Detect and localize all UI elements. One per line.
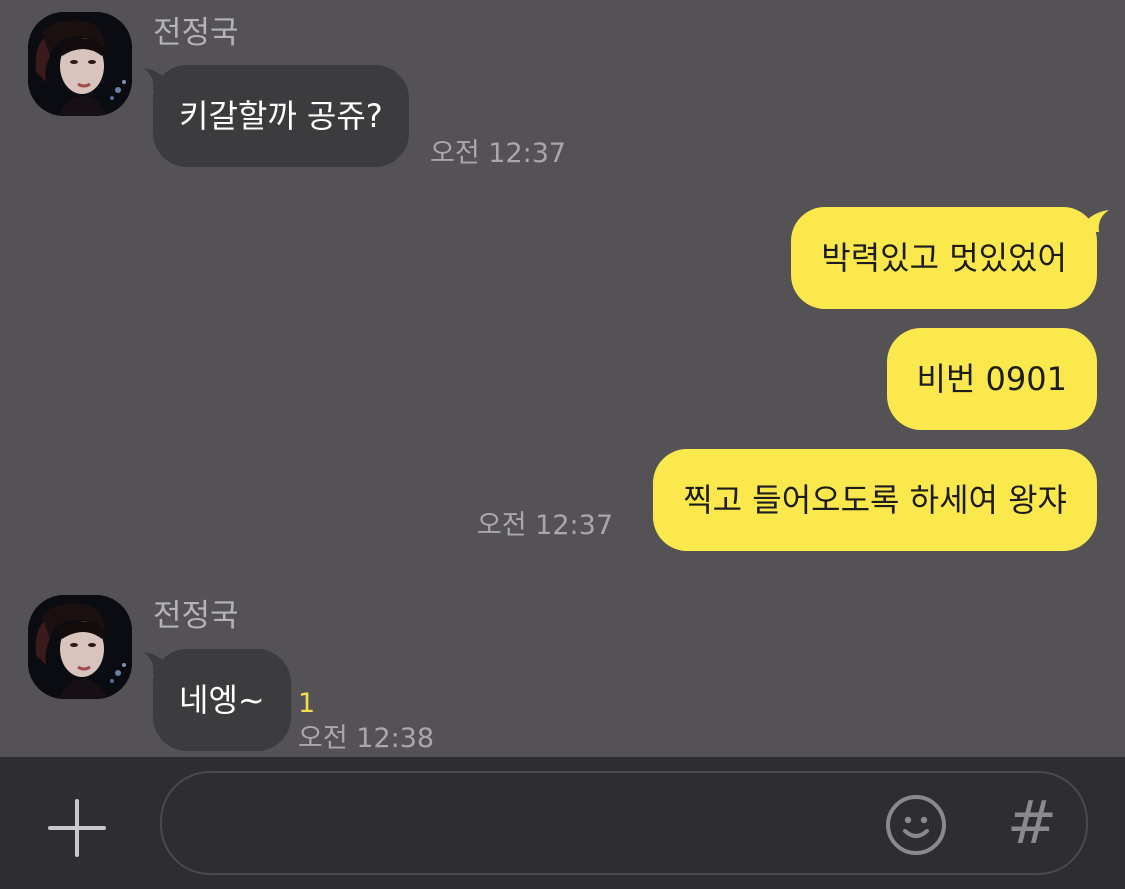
sender-name: 전정국: [153, 15, 239, 51]
message-bubble-incoming[interactable]: 키갈할까 공쥬?: [153, 65, 409, 167]
message-text-input[interactable]: [192, 793, 876, 855]
profile-photo-icon: [28, 595, 132, 699]
message-bubble-outgoing[interactable]: 찍고 들어오도록 하세여 왕쟈: [653, 449, 1097, 551]
message-bubble-incoming[interactable]: 네엥~: [153, 649, 291, 751]
sender-avatar[interactable]: [28, 595, 132, 699]
message-timestamp: 오전 12:37: [476, 510, 613, 541]
sender-avatar[interactable]: [28, 12, 132, 116]
message-timestamp: 오전 12:37: [430, 138, 567, 169]
add-attachment-button[interactable]: [40, 791, 114, 865]
hashtag-search-button[interactable]: #: [1002, 785, 1062, 861]
smiley-icon: [886, 795, 946, 855]
plus-icon: [48, 799, 106, 857]
emoji-button[interactable]: [884, 793, 948, 857]
message-bubble-outgoing[interactable]: 비번 0901: [886, 328, 1097, 430]
message-timestamp: 오전 12:38: [298, 723, 435, 754]
message-bubble-outgoing[interactable]: 박력있고 멋있었어: [791, 207, 1097, 309]
unread-count-badge: 1: [298, 688, 316, 719]
message-input-field[interactable]: #: [160, 771, 1088, 875]
sender-name: 전정국: [153, 598, 239, 634]
profile-photo-icon: [28, 12, 132, 116]
message-input-bar: #: [0, 757, 1125, 889]
